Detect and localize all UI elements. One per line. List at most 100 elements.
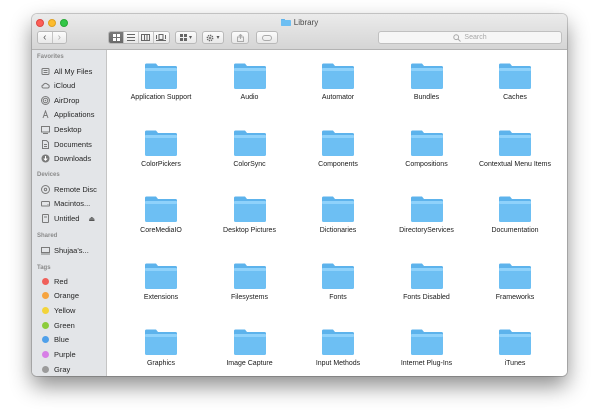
sidebar-item-airdrop[interactable]: AirDrop (41, 94, 79, 106)
tag-color-dot (42, 365, 49, 373)
folder-item[interactable]: Image Capture (205, 328, 295, 369)
sidebar-item-tag-orange[interactable]: Orange (41, 290, 79, 302)
folder-item[interactable]: Caches (470, 62, 560, 103)
arrange-button[interactable]: ▾ (175, 31, 197, 44)
folder-label: Application Support (130, 94, 192, 101)
folder-icon (499, 63, 531, 89)
sidebar-item-all-my-files[interactable]: All My Files (41, 65, 92, 77)
sidebar-item-label: Remote Disc (54, 184, 97, 194)
folder-label: CoreMediaIO (140, 227, 182, 234)
sidebar-item-label: Yellow (54, 305, 76, 315)
finder-window: Library ‹ › ▾ ▾ Search Favorites All My … (32, 14, 567, 376)
sidebar-item-downloads[interactable]: Downloads (41, 153, 91, 165)
sidebar-item-documents[interactable]: Documents (41, 138, 92, 150)
folder-item[interactable]: CoreMediaIO (116, 195, 206, 236)
folder-icon (322, 329, 354, 355)
folder-icon (322, 263, 354, 289)
sidebar-item-desktop[interactable]: Desktop (41, 123, 82, 135)
sidebar-item-tag-purple[interactable]: Purple (41, 349, 76, 361)
share-button[interactable] (231, 31, 249, 44)
folder-item[interactable]: Graphics (116, 328, 206, 369)
folder-item[interactable]: Documentation (470, 195, 560, 236)
folder-item[interactable]: DirectoryServices (382, 195, 472, 236)
folder-item[interactable]: iTunes (470, 328, 560, 369)
sidebar-item-label: Blue (54, 335, 70, 345)
folder-item[interactable]: Input Methods (293, 328, 383, 369)
list-view-button[interactable] (124, 32, 140, 43)
folder-item[interactable]: Fonts Disabled (382, 262, 472, 303)
sidebar-item-label: iCloud (54, 81, 76, 91)
folder-label: ColorSync (233, 160, 266, 168)
sidebar-item-macintos[interactable]: Macintos... (41, 198, 90, 210)
sidebar-item-tag-blue[interactable]: Blue (41, 334, 69, 346)
window-title: Library (32, 18, 567, 28)
cover-flow-button[interactable] (153, 32, 169, 43)
sidebar-item-tag-red[interactable]: Red (41, 275, 68, 287)
folder-label: Desktop Pictures (223, 227, 276, 234)
sidebar-item-shared-computer[interactable]: Shujaa's... (41, 244, 89, 256)
sidebar-item-tag-gray[interactable]: Gray (41, 363, 70, 375)
sidebar-header-shared: Shared (37, 233, 58, 239)
gear-icon (207, 34, 214, 41)
folder-item[interactable]: Dictionaries (293, 195, 383, 236)
sidebar-item-icloud[interactable]: iCloud (41, 80, 75, 92)
folder-item[interactable]: Automator (293, 62, 383, 103)
folder-item[interactable]: ColorSync (205, 129, 295, 170)
folder-item[interactable]: Extensions (116, 262, 206, 303)
folder-item[interactable]: Frameworks (470, 262, 560, 303)
edit-tags-button[interactable] (256, 31, 278, 44)
folder-label: Automator (321, 94, 355, 101)
sidebar-item-label: AirDrop (54, 95, 80, 105)
folder-item[interactable]: Desktop Pictures (205, 195, 295, 236)
cover-flow-icon (156, 34, 167, 41)
sidebar-item-label: Untitled (54, 214, 80, 224)
folder-label: Compositions (405, 160, 448, 168)
sidebar-item-applications[interactable]: Applications (41, 109, 94, 121)
folder-item[interactable]: Audio (205, 62, 295, 103)
sidebar-item-tag-yellow[interactable]: Yellow (41, 304, 75, 316)
folder-label: Image Capture (226, 360, 273, 367)
folder-item[interactable]: Bundles (382, 62, 472, 103)
sidebar-item-tag-green[interactable]: Green (41, 319, 75, 331)
tag-color-dot (42, 351, 49, 358)
folder-icon (145, 196, 177, 222)
folder-label: Contextual Menu Items (479, 160, 551, 168)
sidebar-item-untitled[interactable]: Untitled ⏏ (41, 213, 95, 225)
folder-item[interactable]: ColorPickers (116, 129, 206, 170)
folder-item[interactable]: Internet Plug-Ins (382, 328, 472, 369)
folder-item[interactable]: Application Support (116, 62, 206, 103)
sidebar-header-tags: Tags (37, 265, 51, 271)
sidebar-item-label: Desktop (54, 124, 82, 134)
search-field[interactable]: Search (378, 31, 562, 44)
folder-item[interactable]: Compositions (382, 129, 472, 170)
folder-icon (499, 196, 531, 222)
all-files-icon (41, 67, 50, 75)
column-view-icon (141, 34, 151, 41)
forward-button[interactable]: › (52, 32, 66, 43)
folder-icon (233, 263, 266, 289)
sidebar-item-label: Orange (54, 291, 80, 301)
sidebar-item-label: Shujaa's... (54, 245, 89, 255)
folder-icon (145, 63, 177, 89)
tag-icon (262, 34, 272, 41)
computer-icon (41, 246, 50, 254)
folder-item[interactable]: Contextual Menu Items (470, 129, 560, 170)
airdrop-icon (41, 95, 50, 105)
folder-icon (410, 196, 443, 222)
folder-label: Internet Plug-Ins (400, 360, 453, 367)
folder-label: Audio (240, 94, 259, 101)
folder-label: Components (318, 160, 358, 168)
back-button[interactable]: ‹ (38, 32, 53, 43)
downloads-icon (41, 154, 50, 163)
sidebar-item-remote-disc[interactable]: Remote Disc (41, 183, 97, 195)
folder-item[interactable]: Components (293, 129, 383, 170)
folder-icon (233, 196, 266, 222)
folder-item[interactable]: Filesystems (205, 262, 295, 303)
eject-icon[interactable]: ⏏ (88, 215, 95, 223)
folder-item[interactable]: Fonts (293, 262, 383, 303)
folder-icon (410, 63, 443, 89)
sidebar-item-label: Macintos... (54, 199, 91, 209)
icon-view-button[interactable] (109, 32, 125, 43)
column-view-button[interactable] (139, 32, 154, 43)
action-button[interactable]: ▾ (202, 31, 224, 44)
